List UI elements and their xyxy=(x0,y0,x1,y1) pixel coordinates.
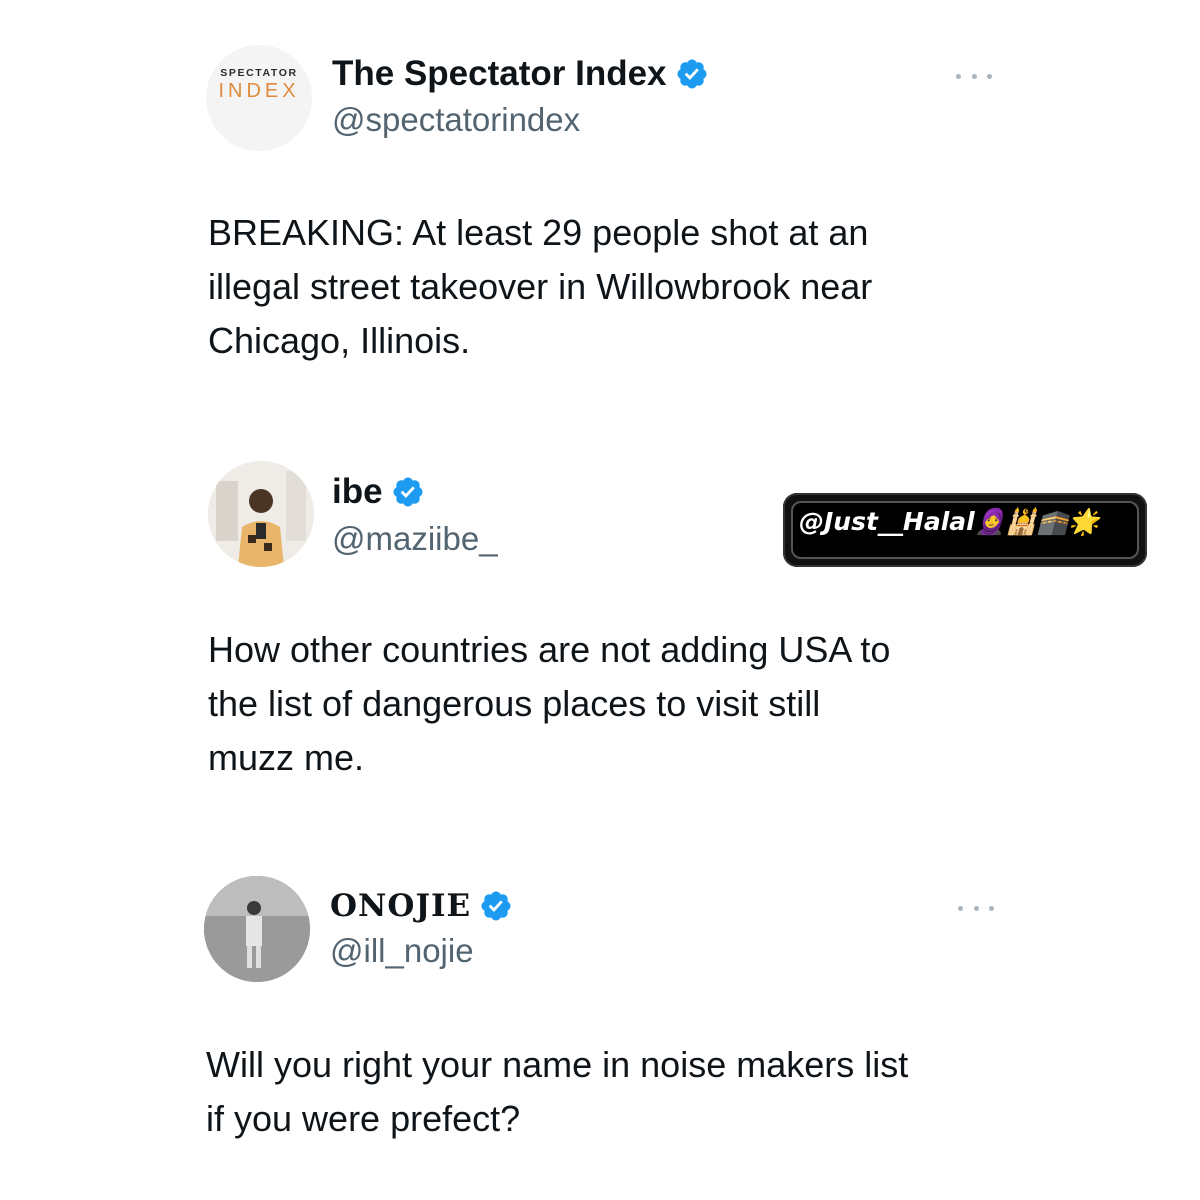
display-name-text: The Spectator Index xyxy=(332,54,667,93)
tweet-ill-nojie[interactable]: ONOJIE @ill_nojie Will you right your na… xyxy=(0,820,1200,1200)
tweet-spectatorindex[interactable]: SPECTATOR INDEX The Spectator Index @spe… xyxy=(0,0,1200,420)
verified-badge-icon xyxy=(481,891,511,921)
watermark-text: @Just__Halal🧕🕌🕋🌟 xyxy=(799,507,1100,536)
more-options-icon[interactable] xyxy=(956,70,992,82)
handle[interactable]: @spectatorindex xyxy=(332,101,580,139)
person-photo-icon xyxy=(204,876,310,982)
avatar-logo-line2: INDEX xyxy=(218,80,300,102)
tweet-text: How other countries are not adding USA t… xyxy=(208,629,891,778)
handle[interactable]: @maziibe_ xyxy=(332,520,498,558)
display-name[interactable]: The Spectator Index xyxy=(332,54,709,94)
tweet-text: Will you right your name in noise makers… xyxy=(206,1044,909,1139)
person-photo-icon xyxy=(208,461,314,567)
display-name[interactable]: ONOJIE xyxy=(330,888,513,924)
display-name-text: ONOJIE xyxy=(330,888,472,924)
avatar[interactable] xyxy=(204,876,310,982)
more-options-icon[interactable] xyxy=(958,902,994,914)
avatar-logo-line1: SPECTATOR xyxy=(220,67,298,79)
avatar[interactable] xyxy=(208,461,314,567)
handle[interactable]: @ill_nojie xyxy=(330,932,474,970)
verified-badge-icon xyxy=(677,59,707,89)
display-name-text: ibe xyxy=(332,472,383,511)
watermark-badge: @Just__Halal🧕🕌🕋🌟 xyxy=(783,493,1147,567)
display-name[interactable]: ibe xyxy=(332,472,425,512)
tweet-maziibe[interactable]: ibe @maziibe_ How other countries are no… xyxy=(0,420,1200,820)
tweet-text: BREAKING: At least 29 people shot at an … xyxy=(208,212,873,361)
verified-badge-icon xyxy=(393,477,423,507)
avatar[interactable]: SPECTATOR INDEX xyxy=(206,45,312,151)
